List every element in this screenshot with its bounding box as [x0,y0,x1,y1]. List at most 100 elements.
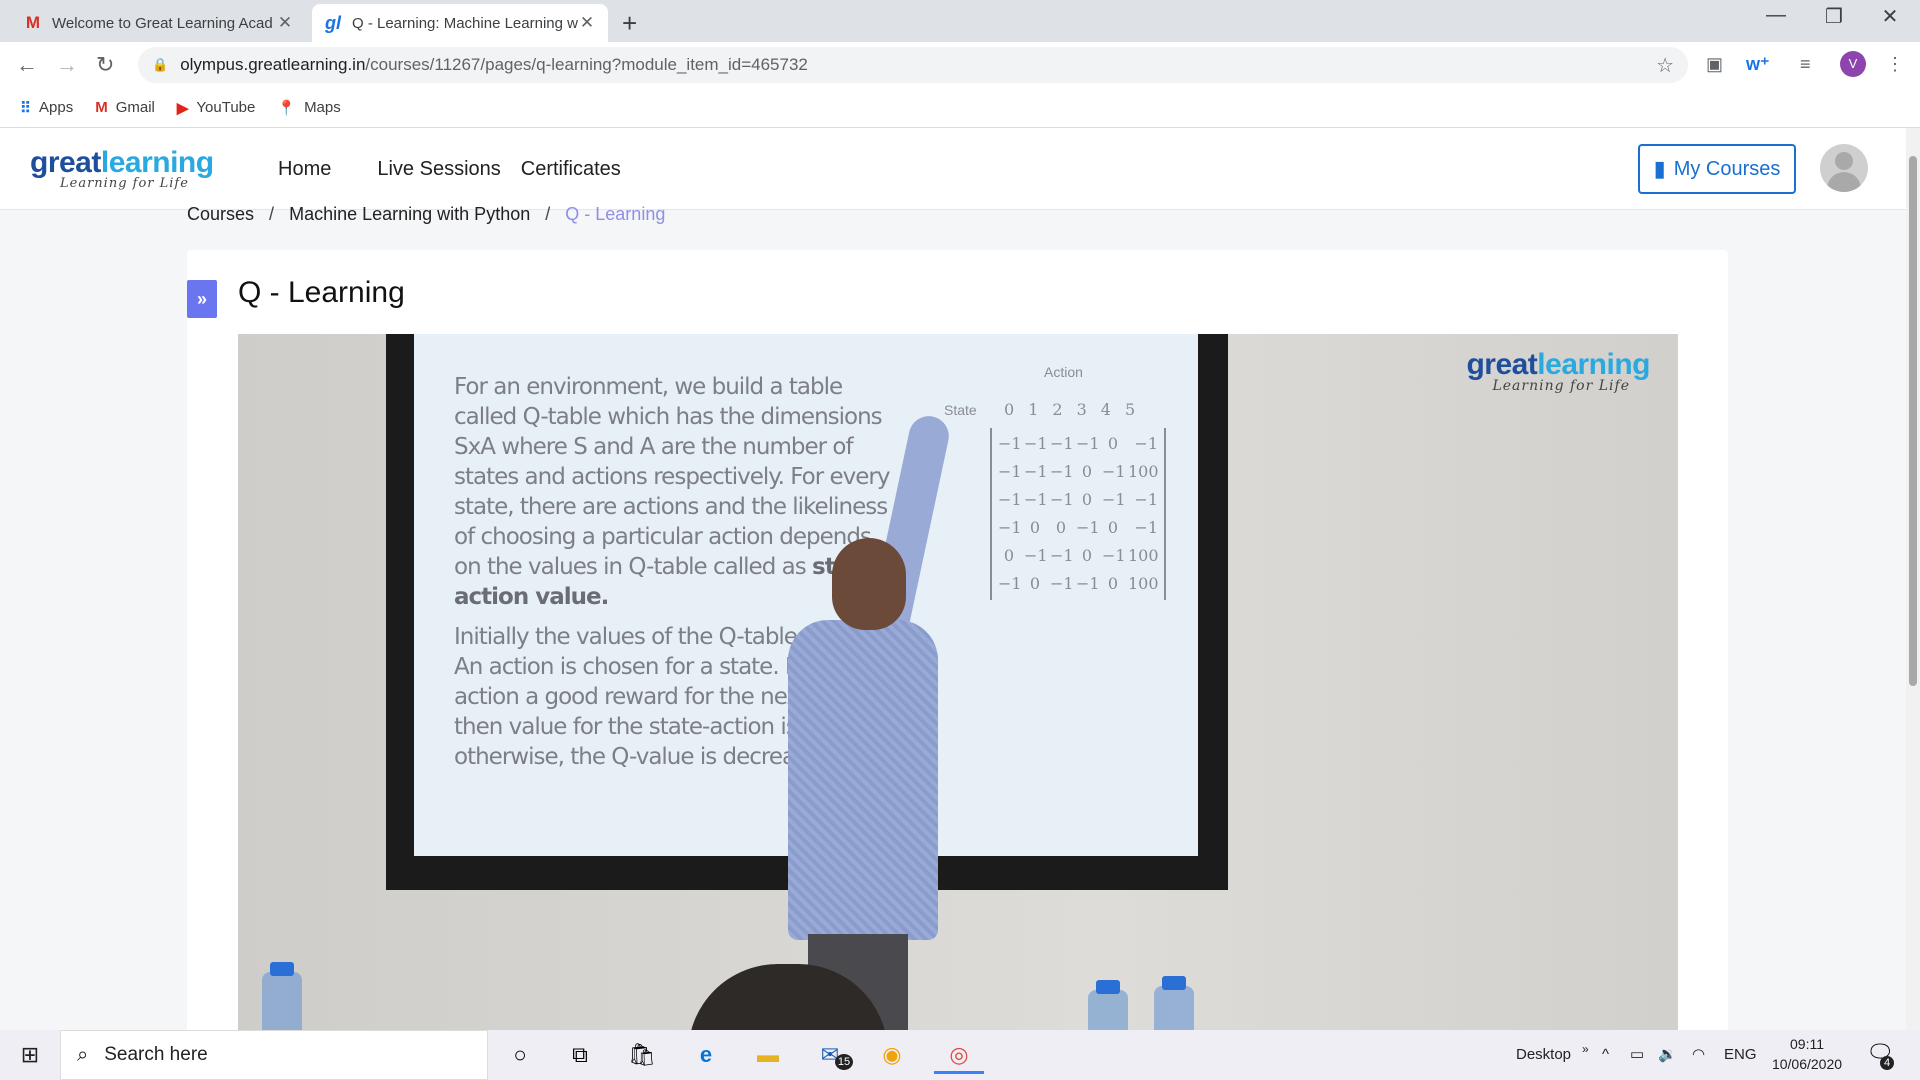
new-tab-button[interactable]: + [622,8,637,39]
matrix-cell: −1 [1134,490,1158,509]
media-queue-icon[interactable]: ≡ [1800,54,1811,75]
matrix-cell: 0 [1055,518,1066,537]
bookmark-label: Maps [304,99,341,116]
matrix-cell: −1 [1076,518,1100,537]
bookmark-star-icon[interactable]: ☆ [1656,53,1674,78]
desktop-label[interactable]: Desktop [1516,1030,1571,1080]
matrix-row: −1 0 0 −1 0 −1 [998,514,1158,542]
presenter-head [832,538,906,630]
avatar-body [1827,172,1861,192]
matrix-row: 0 −1 −1 0 −1 100 [998,542,1159,570]
menu-kebab-icon[interactable]: ⋮ [1886,54,1904,75]
breadcrumb-courses[interactable]: Courses [187,204,254,224]
taskbar-search[interactable]: ⌕ Search here [60,1030,488,1080]
chevron-more-icon[interactable]: » [1582,1024,1589,1074]
battery-icon[interactable]: ▭ [1630,1030,1644,1080]
close-icon[interactable]: ✕ [276,13,294,33]
sidebar-expand-button[interactable]: » [187,280,217,318]
bookmark-maps[interactable]: 📍 Maps [277,99,340,117]
matrix-cell: −1 [1076,434,1100,453]
maps-pin-icon: 📍 [277,99,297,117]
close-window-icon[interactable]: ✕ [1870,4,1910,29]
water-bottle [262,962,302,1034]
chrome-icon[interactable]: ◎ [934,1036,984,1074]
greatlearning-icon: gl [325,12,341,33]
site-header: greatlearning Learning for Life Home Liv… [0,128,1920,210]
matrix-cell: −1 [1050,546,1074,565]
lecture-video[interactable]: For an environment, we build a table cal… [238,334,1678,1034]
matrix-col: 1 [1028,400,1039,419]
matrix-row: −1 −1 −1 0 −1 100 [998,458,1159,486]
page-scrollbar[interactable] [1906,128,1920,1030]
browser-tab-strip: M Welcome to Great Learning Acad ✕ gl Q … [0,0,1920,42]
minimize-icon[interactable]: — [1756,4,1796,27]
matrix-cell: −1 [1134,434,1158,453]
user-avatar[interactable] [1820,144,1868,192]
windows-start-icon[interactable]: ⊞ [0,1042,60,1068]
scrollbar-thumb[interactable] [1909,156,1917,686]
file-explorer-icon[interactable]: ▬ [748,1036,788,1074]
bottle-cap [1162,976,1186,990]
presenter-shirt [788,620,938,940]
forward-icon[interactable]: → [56,52,78,78]
matrix-state-label: State [944,402,977,418]
taskbar-clock[interactable]: 09:11 10/06/2020 [1766,1034,1848,1074]
bookmark-apps[interactable]: ⠿ Apps [20,99,73,117]
breadcrumb-current: Q - Learning [565,204,666,224]
reload-icon[interactable]: ↻ [96,52,114,78]
matrix-col: 4 [1100,400,1111,419]
nav-home[interactable]: Home [278,158,331,181]
restore-icon[interactable]: ❐ [1814,4,1854,29]
breadcrumb-course[interactable]: Machine Learning with Python [289,204,530,224]
wifi-icon[interactable]: ◠ [1692,1030,1705,1080]
breadcrumb-separator: / [269,204,275,224]
tab-title: Welcome to Great Learning Acad [52,14,273,32]
presenter [768,412,968,1034]
matrix-cell: −1 [998,462,1022,481]
language-indicator[interactable]: ENG [1724,1030,1757,1080]
matrix-cell: −1 [998,574,1022,593]
avatar-head [1835,152,1853,170]
close-icon[interactable]: ✕ [578,13,596,33]
bookmark-youtube[interactable]: ▶ YouTube [177,99,256,117]
my-courses-button[interactable]: ▮ My Courses [1638,144,1796,194]
store-icon[interactable]: 🛍 [622,1036,662,1074]
matrix-cell: 0 [1107,434,1118,453]
bookmark-gmail[interactable]: M Gmail [95,99,155,116]
tray-up-arrow-icon[interactable]: ^ [1602,1030,1609,1080]
profile-avatar[interactable]: V [1840,51,1866,77]
book-icon: ▮ [1653,156,1666,181]
matrix-cell: 0 [1029,518,1040,537]
matrix-cell: 0 [1107,574,1118,593]
taskbar-search-placeholder: Search here [104,1044,208,1065]
matrix-cell: −1 [1024,434,1048,453]
matrix-col: 5 [1124,400,1136,419]
cortana-icon[interactable]: ○ [500,1036,540,1074]
matrix-cell: 100 [1128,462,1159,481]
extension-w-icon[interactable]: w⁺ [1746,54,1770,75]
browser-extension-icon[interactable]: ◉ [872,1036,912,1074]
video-watermark-logo: greatlearning Learning for Life [1462,348,1650,394]
youtube-icon: ▶ [176,99,189,117]
matrix-col: 2 [1052,400,1063,419]
greatlearning-logo[interactable]: greatlearning Learning for Life [30,146,214,191]
address-bar[interactable]: 🔒 olympus.greatlearning.in/courses/11267… [138,47,1688,83]
task-view-icon[interactable]: ⧉ [560,1036,600,1074]
nav-certificates[interactable]: Certificates [521,158,621,181]
volume-icon[interactable]: 🔉 [1658,1030,1677,1080]
apps-grid-icon: ⠿ [20,99,31,117]
nav-live-sessions[interactable]: Live Sessions [377,158,500,181]
extension-icon[interactable]: ▣ [1706,54,1723,75]
matrix-cell: −1 [1102,546,1126,565]
tab-gmail[interactable]: M Welcome to Great Learning Acad ✕ [12,4,306,42]
notification-badge: 4 [1880,1056,1894,1070]
matrix-row: −1 −1 −1 −1 0 −1 [998,430,1158,458]
watermark-word-2: learning [1537,348,1650,381]
edge-icon[interactable]: e [686,1036,726,1074]
tab-q-learning[interactable]: gl Q - Learning: Machine Learning w ✕ [312,4,608,42]
matrix-cell: −1 [1024,546,1048,565]
search-icon: ⌕ [77,1043,89,1066]
lock-icon: 🔒 [152,57,169,72]
back-icon[interactable]: ← [16,52,38,78]
breadcrumb-separator: / [545,204,551,224]
